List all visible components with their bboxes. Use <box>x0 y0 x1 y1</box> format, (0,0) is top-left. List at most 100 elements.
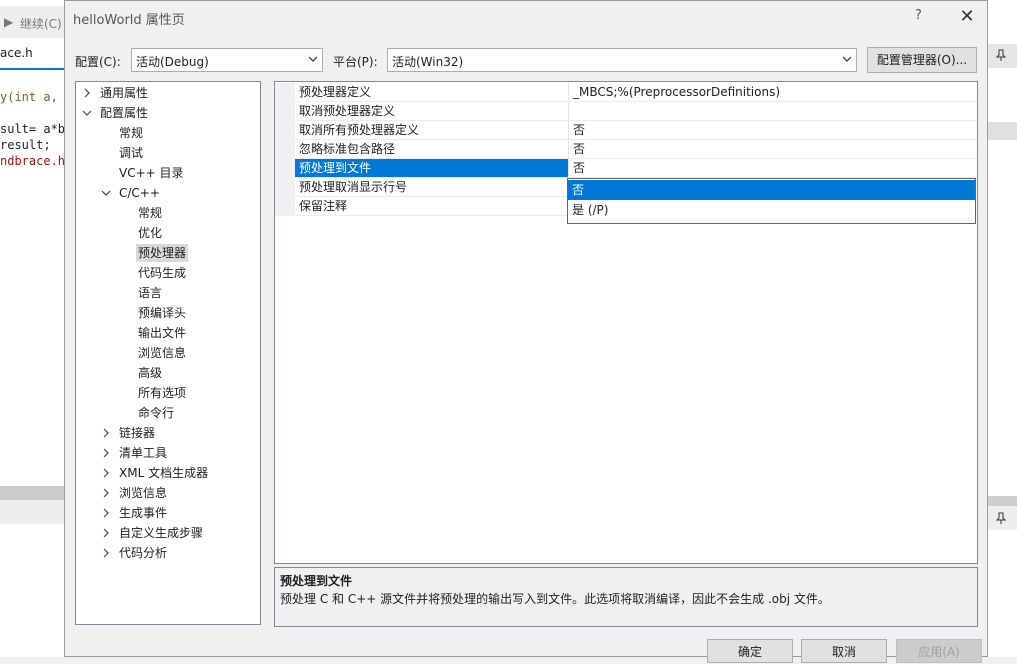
pin-icon[interactable] <box>994 48 1008 62</box>
config-manager-button[interactable]: 配置管理器(O)... <box>867 47 977 73</box>
tree-item[interactable]: 调试 <box>119 144 143 162</box>
tree-item[interactable]: 语言 <box>138 284 162 302</box>
description-text: 预处理 C 和 C++ 源文件并将预处理的输出写入到文件。此选项将取消编译，因此… <box>280 592 830 606</box>
solution-panel-selection <box>988 122 1017 140</box>
property-name[interactable]: 保留注释 <box>295 197 569 216</box>
chevron-down-icon <box>843 56 851 62</box>
description-panel: 预处理到文件 预处理 C 和 C++ 源文件并将预处理的输出写入到文件。此选项将… <box>274 567 978 627</box>
ide-output-header <box>0 500 64 524</box>
property-row[interactable]: 忽略标准包含路径否 <box>275 140 977 159</box>
chevron-right-icon[interactable] <box>101 544 111 562</box>
property-name[interactable]: 忽略标准包含路径 <box>295 140 569 159</box>
property-row[interactable]: 取消预处理器定义 <box>275 102 977 121</box>
platform-select[interactable]: 活动(Win32) <box>387 48 857 72</box>
tree-item[interactable]: 所有选项 <box>138 384 186 402</box>
tree-item[interactable]: 自定义生成步骤 <box>119 524 203 542</box>
row-gutter <box>275 121 295 140</box>
chevron-down-icon <box>309 56 317 62</box>
description-title: 预处理到文件 <box>280 574 353 588</box>
tree-item[interactable]: 高级 <box>138 364 162 382</box>
property-value[interactable]: 否 <box>569 159 977 178</box>
platform-label: 平台(P): <box>333 55 378 69</box>
property-pages-dialog: helloWorld 属性页 ? ✕ 配置(C): 活动(Debug) 平台(P… <box>64 0 988 663</box>
code-line: y(int a, <box>0 90 58 104</box>
chevron-right-icon[interactable] <box>101 444 111 462</box>
property-name[interactable]: 预处理到文件 <box>295 159 569 178</box>
play-icon[interactable]: ▶ <box>4 15 13 29</box>
chevron-right-icon[interactable] <box>101 464 111 482</box>
code-line: ndbrace.h" <box>0 154 73 168</box>
tree-item[interactable]: 浏览信息 <box>119 484 167 502</box>
ide-splitter-right <box>988 496 1017 506</box>
row-gutter <box>275 197 295 216</box>
property-tree: 通用属性 配置属性 常规 调试 VC++ 目录 C/C++ 常规 优化 预处理器 代码生成 语言 预编… <box>75 81 261 625</box>
property-name[interactable]: 预处理器定义 <box>295 83 569 102</box>
tree-item[interactable]: 代码分析 <box>119 544 167 562</box>
close-button[interactable]: ✕ <box>953 3 981 31</box>
config-value: 活动(Debug) <box>136 55 209 69</box>
chevron-right-icon[interactable] <box>101 484 111 502</box>
config-select[interactable]: 活动(Debug) <box>131 48 323 72</box>
tree-item[interactable]: 输出文件 <box>138 324 186 342</box>
tree-item[interactable]: 命令行 <box>138 404 174 422</box>
property-row[interactable]: 取消所有预处理器定义否 <box>275 121 977 140</box>
close-icon: ✕ <box>959 6 975 27</box>
apply-button[interactable]: 应用(A) <box>896 639 982 663</box>
tree-item[interactable]: VC++ 目录 <box>119 164 184 182</box>
dropdown-option[interactable]: 是 (/P) <box>568 200 975 220</box>
chevron-down-icon[interactable] <box>82 104 92 122</box>
tree-item[interactable]: 优化 <box>138 224 162 242</box>
value-dropdown-list: 否是 (/P) <box>567 178 976 224</box>
tree-item[interactable]: 常规 <box>138 204 162 222</box>
tree-item[interactable]: 清单工具 <box>119 444 167 462</box>
row-gutter <box>275 102 295 121</box>
property-name[interactable]: 取消预处理器定义 <box>295 102 569 121</box>
continue-button[interactable]: 继续(C) <box>20 15 62 32</box>
row-gutter <box>275 140 295 159</box>
tree-item[interactable]: XML 文档生成器 <box>119 464 208 482</box>
ide-solution-panel <box>988 0 1017 657</box>
ok-button[interactable]: 确定 <box>707 639 793 663</box>
editor-tab-label: ace.h <box>0 46 33 60</box>
editor-tab[interactable]: ace.h <box>0 42 64 66</box>
tree-item[interactable]: 代码生成 <box>138 264 186 282</box>
editor-tab-underline <box>0 68 64 70</box>
chevron-right-icon[interactable] <box>101 524 111 542</box>
property-value[interactable]: 否 <box>569 140 977 159</box>
ide-splitter <box>0 486 64 500</box>
property-name[interactable]: 取消所有预处理器定义 <box>295 121 569 140</box>
properties-panel-header <box>988 506 1017 530</box>
tree-item[interactable]: 通用属性 <box>100 84 148 102</box>
property-row[interactable]: 预处理到文件否 <box>275 159 977 178</box>
chevron-right-icon[interactable] <box>101 504 111 522</box>
solution-panel-header <box>988 44 1017 68</box>
chevron-down-icon[interactable] <box>101 184 111 202</box>
tree-item[interactable]: 生成事件 <box>119 504 167 522</box>
tree-item[interactable]: 预处理器 <box>136 244 189 262</box>
code-line: sult= a*b; <box>0 122 73 136</box>
config-label: 配置(C): <box>75 55 121 69</box>
pin-icon[interactable] <box>994 511 1008 525</box>
property-value[interactable] <box>569 102 977 121</box>
tree-item[interactable]: 常规 <box>119 124 143 142</box>
ide-toolbar: ▶ 继续(C) <box>0 6 64 38</box>
chevron-right-icon[interactable] <box>101 424 111 442</box>
cancel-button[interactable]: 取消 <box>801 639 887 663</box>
help-button[interactable]: ? <box>915 8 922 23</box>
property-value[interactable]: 否 <box>569 121 977 140</box>
property-row[interactable]: 预处理器定义 _MBCS;%(PreprocessorDefinitions) <box>275 83 977 102</box>
row-gutter <box>275 178 295 197</box>
property-name[interactable]: 预处理取消显示行号 <box>295 178 569 197</box>
tree-item[interactable]: C/C++ <box>119 184 160 202</box>
tree-item[interactable]: 配置属性 <box>100 104 148 122</box>
tree-item[interactable]: 预编译头 <box>138 304 186 322</box>
row-gutter <box>275 159 295 178</box>
property-value[interactable]: _MBCS;%(PreprocessorDefinitions) <box>569 83 977 102</box>
dialog-title: helloWorld 属性页 <box>73 13 185 28</box>
code-line: result; <box>0 138 51 152</box>
tree-item[interactable]: 链接器 <box>119 424 155 442</box>
property-grid: 预处理器定义 _MBCS;%(PreprocessorDefinitions) 取消… <box>274 81 978 564</box>
chevron-right-icon[interactable] <box>82 84 92 102</box>
tree-item[interactable]: 浏览信息 <box>138 344 186 362</box>
dropdown-option[interactable]: 否 <box>568 180 975 200</box>
